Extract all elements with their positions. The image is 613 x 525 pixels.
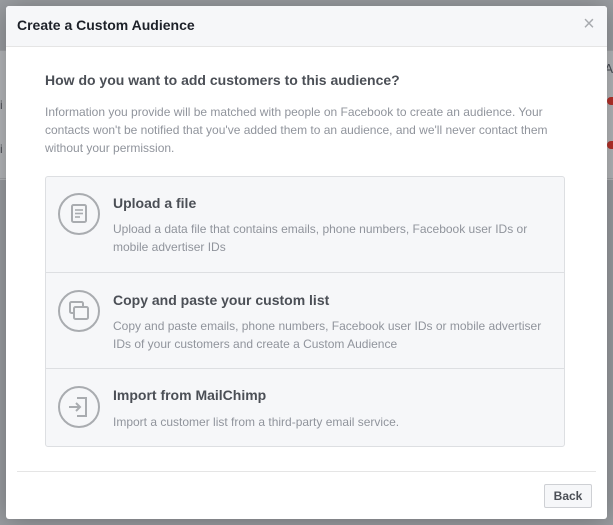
option-description: Import a customer list from a third-part… xyxy=(113,415,400,429)
dialog-title: Create a Custom Audience xyxy=(17,17,195,33)
option-description: Upload a data file that contains emails,… xyxy=(113,222,528,254)
background-row-fragment: i xyxy=(0,98,3,112)
dialog-info-text: Information you provide will be matched … xyxy=(45,105,548,155)
close-icon[interactable]: × xyxy=(581,14,597,34)
option-copy-paste-list[interactable]: Copy and paste your custom list Copy and… xyxy=(46,272,564,368)
dialog-question: How do you want to add customers to this… xyxy=(45,72,400,88)
document-icon xyxy=(58,193,100,235)
background-row-fragment: i xyxy=(0,142,3,156)
import-icon xyxy=(58,386,100,428)
background-status-dot xyxy=(607,97,613,105)
option-upload-file[interactable]: Upload a file Upload a data file that co… xyxy=(46,177,564,272)
footer-divider xyxy=(17,471,596,472)
option-title: Upload a file xyxy=(113,195,197,211)
background-status-dot xyxy=(607,141,613,149)
option-title: Copy and paste your custom list xyxy=(113,292,330,308)
back-button[interactable]: Back xyxy=(544,484,592,508)
option-import-mailchimp[interactable]: Import from MailChimp Import a customer … xyxy=(46,368,564,464)
audience-source-options: Upload a file Upload a data file that co… xyxy=(45,176,565,447)
custom-audience-dialog: Create a Custom Audience × How do you wa… xyxy=(6,6,607,519)
option-description: Copy and paste emails, phone numbers, Fa… xyxy=(113,319,542,351)
dialog-header: Create a Custom Audience × xyxy=(6,6,607,47)
option-title: Import from MailChimp xyxy=(113,387,267,403)
copy-icon xyxy=(58,290,100,332)
